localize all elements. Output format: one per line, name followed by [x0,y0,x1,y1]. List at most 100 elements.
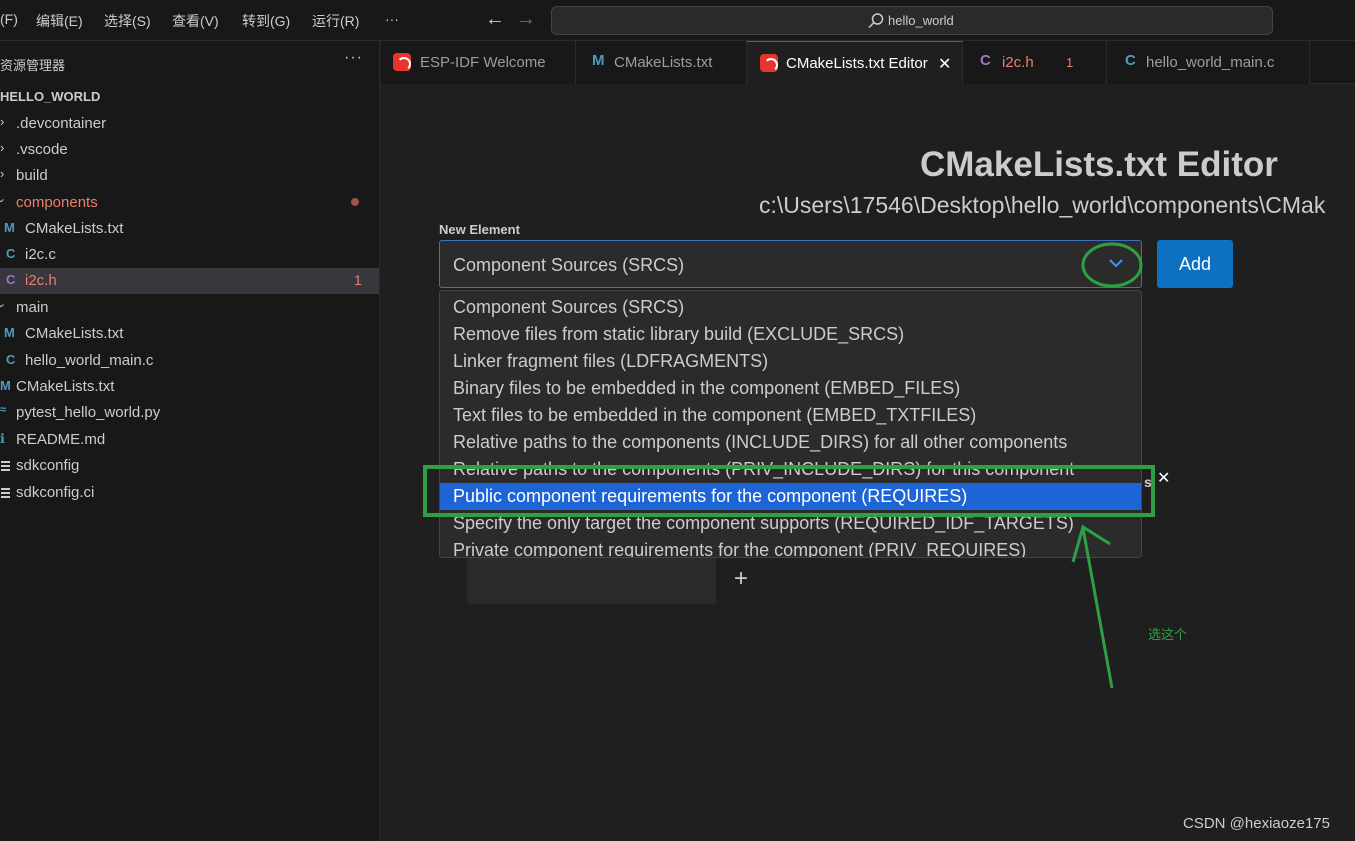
chevron-down-icon[interactable] [1106,253,1126,273]
menu-file[interactable]: (F) [0,11,18,27]
tree-item-main-cmakelists[interactable]: M CMakeLists.txt [0,321,379,347]
tab-esp-idf-welcome[interactable]: ESP-IDF Welcome [381,41,576,84]
cmake-file-icon: M [0,378,11,393]
c-file-icon: C [6,246,16,261]
explorer-title: 资源管理器 [0,58,66,73]
remove-element-icon[interactable]: ✕ [1157,468,1170,488]
esp-idf-icon [393,53,411,71]
tree-item-label: hello_world_main.c [25,352,154,369]
tree-item-components-cmakelists[interactable]: M CMakeLists.txt [0,216,379,242]
search-text: hello_world [888,13,954,28]
tree-item-label: README.md [16,431,106,448]
tab-label: CMakeLists.txt Editor [786,55,928,72]
tree-item-label: i2c.h [25,272,57,289]
tab-cmakelists-editor[interactable]: CMakeLists.txt Editor ✕ [747,41,963,84]
explorer-more-icon[interactable]: ··· [344,49,363,67]
tree-item-label: CMakeLists.txt [25,325,124,342]
esp-idf-icon [760,54,778,72]
problem-count-badge: 1 [1066,55,1074,70]
dropdown-option[interactable]: Private component requirements for the c… [440,537,1141,557]
dropdown-option[interactable]: Relative paths to the components (INCLUD… [440,429,1141,456]
cmake-file-icon: M [592,52,605,69]
tab-label: hello_world_main.c [1146,54,1275,71]
tree-item-label: i2c.c [25,246,56,263]
dropdown-option[interactable]: Component Sources (SRCS) [440,294,1141,321]
chevron-down-icon: › [0,303,10,307]
dropdown-option[interactable]: Remove files from static library build (… [440,321,1141,348]
tree-item-vscode[interactable]: › .vscode [0,137,379,163]
dropdown-option-requires[interactable]: Public component requirements for the co… [440,483,1141,510]
select-value: Component Sources (SRCS) [453,255,685,275]
tab-label: i2c.h [1002,54,1034,71]
project-folder-title[interactable]: HELLO_WORLD [0,89,100,104]
new-element-select[interactable]: Component Sources (SRCS) [439,240,1142,288]
close-tab-icon[interactable]: ✕ [938,54,951,74]
watermark: CSDN @hexiaoze175 [1183,815,1330,832]
modified-dot-icon [351,198,359,206]
c-header-file-icon: C [980,52,991,69]
dropdown-option[interactable]: Binary files to be embedded in the compo… [440,375,1141,402]
page-title: CMakeLists.txt Editor [920,145,1278,184]
tree-item-label: CMakeLists.txt [25,220,124,237]
menu-run[interactable]: 运行(R) [312,11,359,31]
tab-cmakelists[interactable]: M CMakeLists.txt [576,41,747,84]
tree-item-label: build [16,167,48,184]
tab-i2c-h[interactable]: C i2c.h 1 [963,41,1107,84]
tree-item-sdkconfig-ci[interactable]: sdkconfig.ci [0,480,379,506]
explorer-sidebar: 资源管理器 ··· HELLO_WORLD › .devcontainer › … [0,41,380,841]
tree-item-label: main [16,299,49,316]
element-dropdown-list: Component Sources (SRCS) Remove files fr… [439,290,1142,558]
tree-item-label: sdkconfig [16,457,80,474]
tab-label: ESP-IDF Welcome [420,54,546,71]
element-card [467,554,716,604]
cmake-file-icon: M [4,220,15,235]
add-item-plus-icon[interactable]: + [734,565,748,593]
tree-item-i2c-h[interactable]: C i2c.h 1 [0,268,379,294]
tree-item-root-cmakelists[interactable]: M CMakeLists.txt [0,374,379,400]
tree-item-main[interactable]: › main [0,295,379,321]
c-header-file-icon: C [6,272,16,287]
tree-item-build[interactable]: › build [0,163,379,189]
menu-more[interactable]: ··· [385,11,399,27]
annotation-text: 选这个 [1148,627,1188,642]
forward-arrow-icon[interactable]: → [516,8,536,31]
tree-item-label: .devcontainer [16,115,107,132]
tab-hello-world-main-c[interactable]: C hello_world_main.c [1107,41,1310,84]
tree-item-label: pytest_hello_world.py [16,404,161,421]
chevron-right-icon: › [0,140,5,155]
config-file-icon [1,488,10,498]
menu-go[interactable]: 转到(G) [242,11,290,31]
tree-item-sdkconfig[interactable]: sdkconfig [0,453,379,479]
c-file-icon: C [1125,52,1136,69]
tree-item-pytest[interactable]: ≈ pytest_hello_world.py [0,400,379,426]
dropdown-option[interactable]: Specify the only target the component su… [440,510,1141,537]
dropdown-option[interactable]: Linker fragment files (LDFRAGMENTS) [440,348,1141,375]
info-file-icon: ℹ [0,431,5,446]
add-button[interactable]: Add [1157,240,1233,288]
title-bar: (F) 编辑(E) 选择(S) 查看(V) 转到(G) 运行(R) ··· ← … [0,0,1355,41]
dropdown-option[interactable]: Text files to be embedded in the compone… [440,402,1141,429]
file-path: c:\Users\17546\Desktop\hello_world\compo… [759,192,1326,218]
tree-item-hello-world-main-c[interactable]: C hello_world_main.c [0,348,379,374]
tree-item-components[interactable]: › components [0,190,379,216]
c-file-icon: C [6,352,16,367]
obscured-label-fragment: s [1144,474,1152,490]
tree-item-label: components [16,194,98,211]
editor-tab-bar: ESP-IDF Welcome M CMakeLists.txt CMakeLi… [381,41,1355,84]
menu-view[interactable]: 查看(V) [172,11,219,31]
tab-label: CMakeLists.txt [614,54,713,71]
search-icon [868,13,884,29]
command-center-search[interactable]: hello_world [551,6,1273,35]
back-arrow-icon[interactable]: ← [485,8,505,31]
config-file-icon [1,461,10,471]
menu-edit[interactable]: 编辑(E) [36,11,83,31]
tree-item-label: .vscode [16,141,68,158]
tree-item-devcontainer[interactable]: › .devcontainer [0,111,379,137]
menu-selection[interactable]: 选择(S) [104,11,151,31]
tree-item-readme[interactable]: ℹ README.md [0,427,379,453]
dropdown-option[interactable]: Relative paths to the components (PRIV_I… [440,456,1141,483]
problem-count-badge: 1 [354,272,362,288]
tree-item-label: sdkconfig.ci [16,484,95,501]
tree-item-i2c-c[interactable]: C i2c.c [0,242,379,268]
tree-item-label: CMakeLists.txt [16,378,115,395]
